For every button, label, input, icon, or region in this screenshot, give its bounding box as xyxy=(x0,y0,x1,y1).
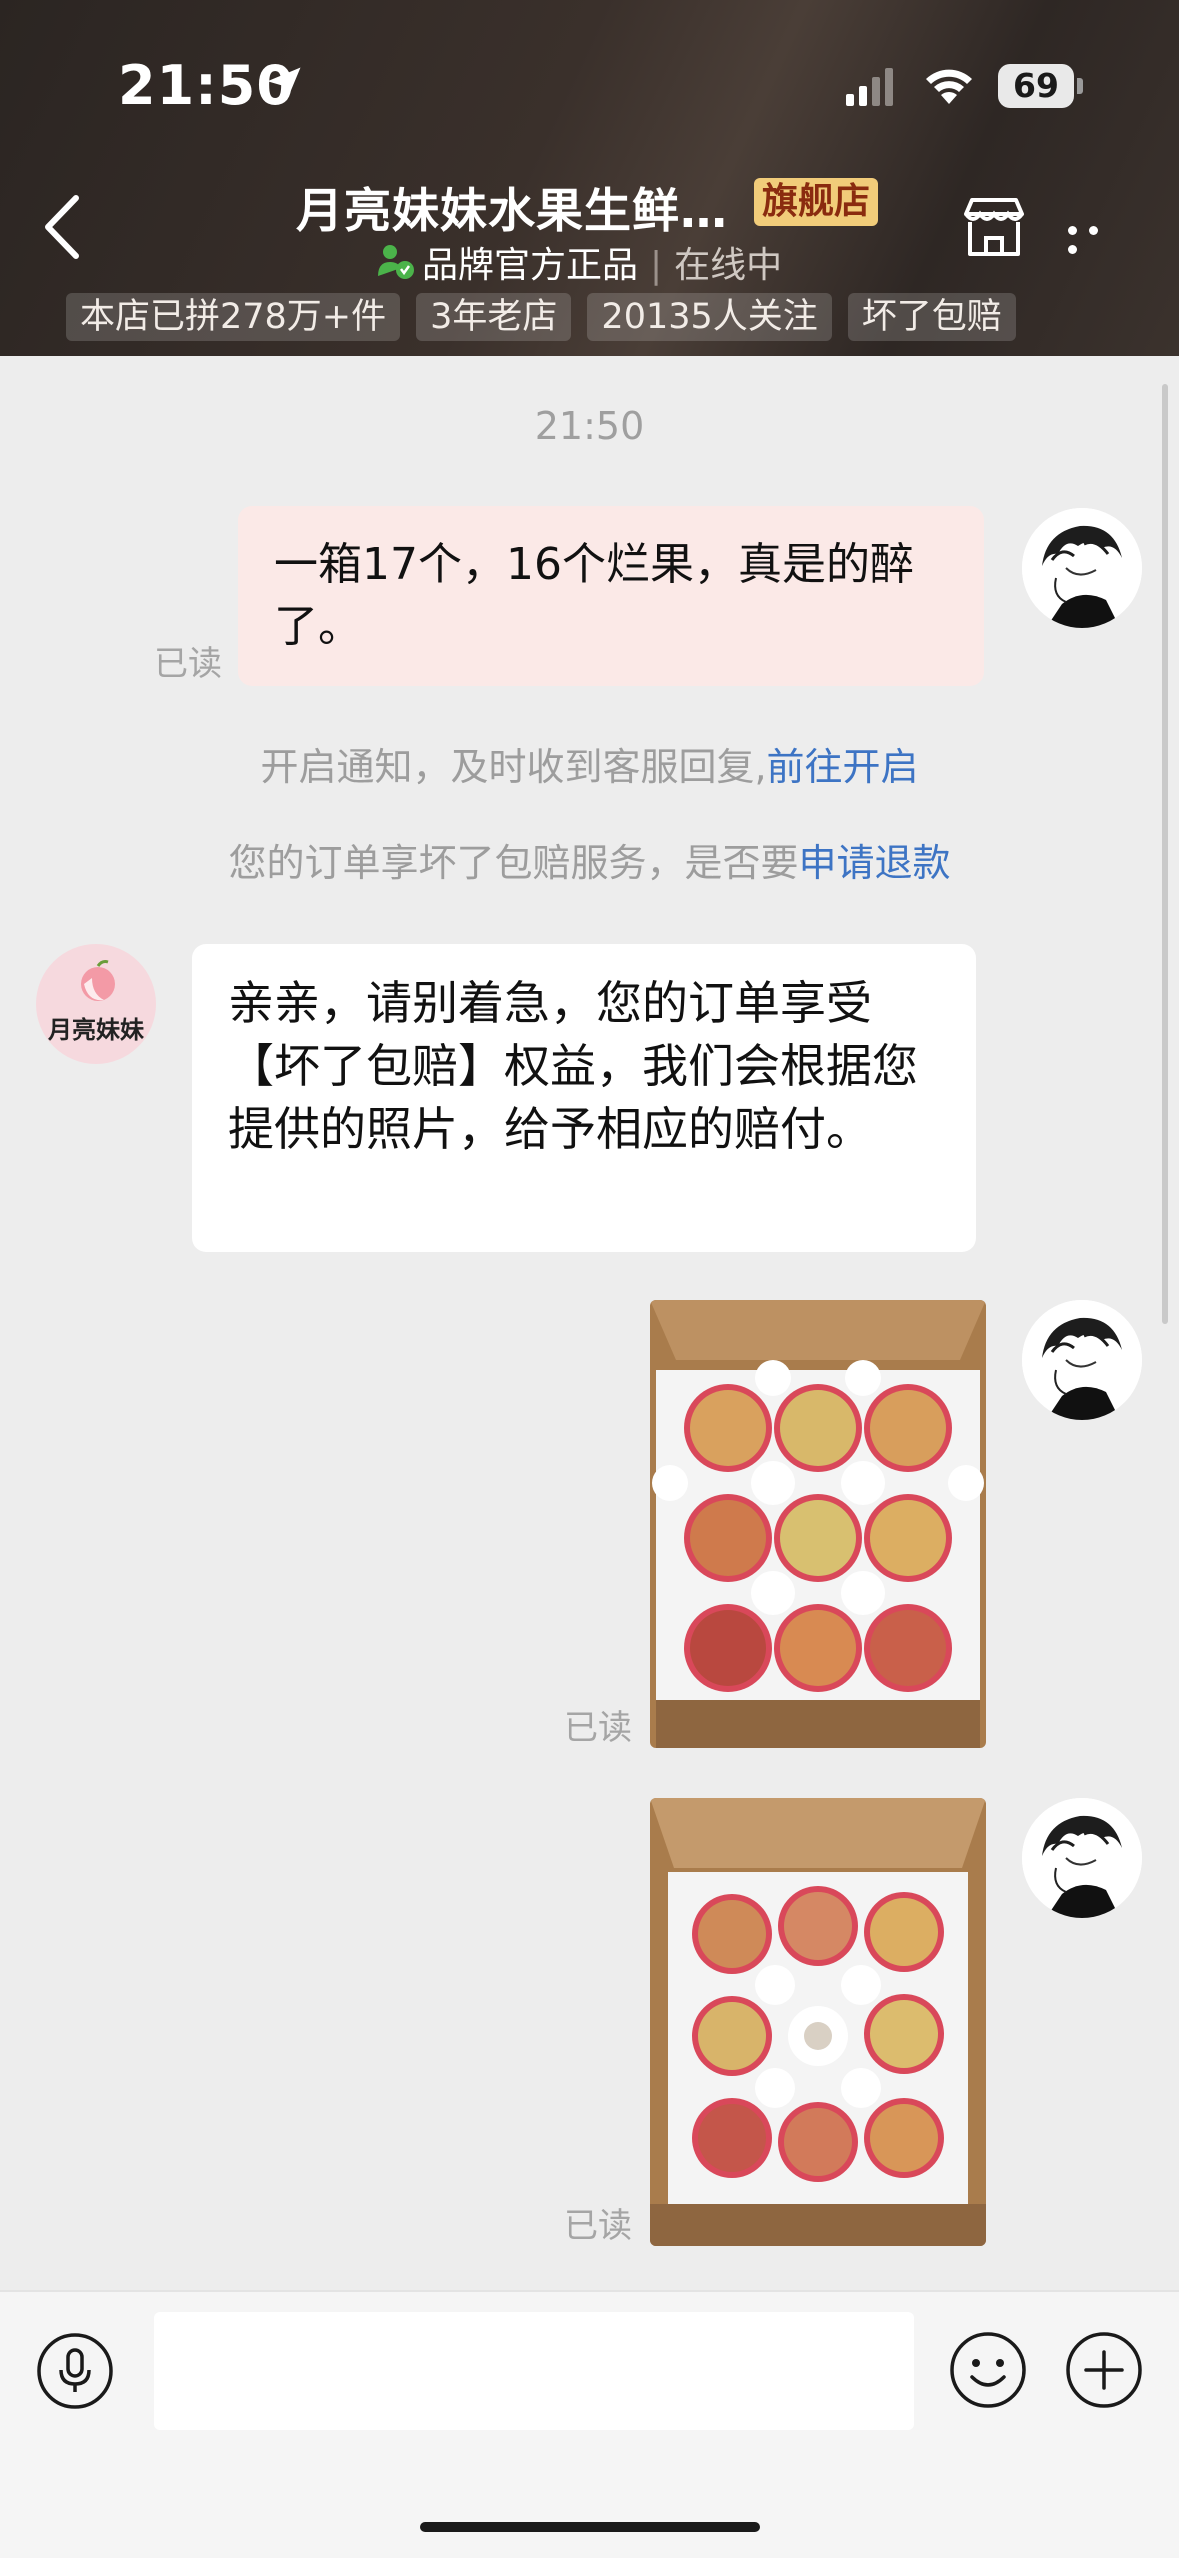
shop-tag: 坏了包赔 xyxy=(847,293,1016,341)
user-avatar[interactable] xyxy=(1022,1798,1142,1918)
store-icon[interactable] xyxy=(960,194,1028,260)
enable-notifications-link[interactable]: 前往开启 xyxy=(767,745,919,789)
emoji-icon[interactable] xyxy=(948,2330,1028,2410)
flagship-badge: 旗舰店 xyxy=(754,178,879,226)
shop-avatar-text: 月亮妹妹 xyxy=(48,1016,144,1044)
home-indicator xyxy=(420,2522,760,2532)
apple-box-photo[interactable] xyxy=(650,1300,986,1748)
shop-subtitle: 品牌官方正品 | 在线中 xyxy=(422,236,782,288)
apply-refund-link[interactable]: 申请退款 xyxy=(799,841,951,885)
read-status: 已读 xyxy=(154,644,222,684)
incoming-message[interactable]: 亲亲，请别着急，您的订单享受【坏了包赔】权益，我们会根据您提供的照片，给予相应的… xyxy=(192,944,976,1252)
outgoing-message[interactable]: 一箱17个，16个烂果，真是的醉了。 xyxy=(238,506,984,686)
read-status: 已读 xyxy=(564,2206,632,2246)
refund-prompt-text: 您的订单享坏了包赔服务，是否要 xyxy=(228,841,799,885)
battery-indicator: 69 xyxy=(998,64,1074,108)
plus-icon[interactable] xyxy=(1064,2330,1144,2410)
location-arrow-icon xyxy=(267,67,301,101)
apple-box-image xyxy=(650,1300,986,1748)
shop-avatar[interactable]: 月亮妹妹 xyxy=(36,944,156,1064)
subtitle-separator: | xyxy=(650,245,663,286)
user-avatar-image xyxy=(1022,1798,1142,1918)
read-status: 已读 xyxy=(564,1708,632,1748)
online-status: 在线中 xyxy=(674,245,783,286)
refund-prompt: 您的订单享坏了包赔服务，是否要申请退款 xyxy=(0,832,1179,887)
shop-tag: 20135人关注 xyxy=(587,293,832,341)
wifi-icon xyxy=(926,69,972,104)
shop-name[interactable]: 月亮妹妹水果生鲜… xyxy=(296,172,728,241)
verified-icon xyxy=(378,245,414,279)
notification-prompt-text: 开启通知，及时收到客服回复, xyxy=(260,745,767,789)
user-avatar[interactable] xyxy=(1022,1300,1142,1420)
notification-prompt: 开启通知，及时收到客服回复,前往开启 xyxy=(0,736,1179,791)
brand-official-label: 品牌官方正品 xyxy=(422,245,639,286)
peach-icon xyxy=(81,960,115,1001)
user-avatar[interactable] xyxy=(1022,508,1142,628)
back-chevron-icon[interactable] xyxy=(30,182,100,272)
user-avatar-image xyxy=(1022,508,1142,628)
apple-box-image xyxy=(650,1798,986,2246)
chat-timestamp: 21:50 xyxy=(534,404,645,448)
microphone-icon[interactable] xyxy=(36,2332,114,2410)
shop-tags: 本店已拼278万+件 3年老店 20135人关注 坏了包赔 xyxy=(66,293,1016,341)
message-input[interactable] xyxy=(154,2312,914,2430)
more-icon[interactable] xyxy=(1068,220,1128,254)
user-avatar-image xyxy=(1022,1300,1142,1420)
signal-icon xyxy=(846,68,893,106)
chat-header: 21:50 69 月亮妹妹水果生鲜… 旗舰店 品牌官方正品 | 在线中 本店已拼27… xyxy=(0,0,1179,356)
shop-tag: 3年老店 xyxy=(416,293,572,341)
shop-tag: 本店已拼278万+件 xyxy=(66,293,401,341)
apple-box-photo[interactable] xyxy=(650,1798,986,2246)
battery-nub xyxy=(1077,78,1083,94)
